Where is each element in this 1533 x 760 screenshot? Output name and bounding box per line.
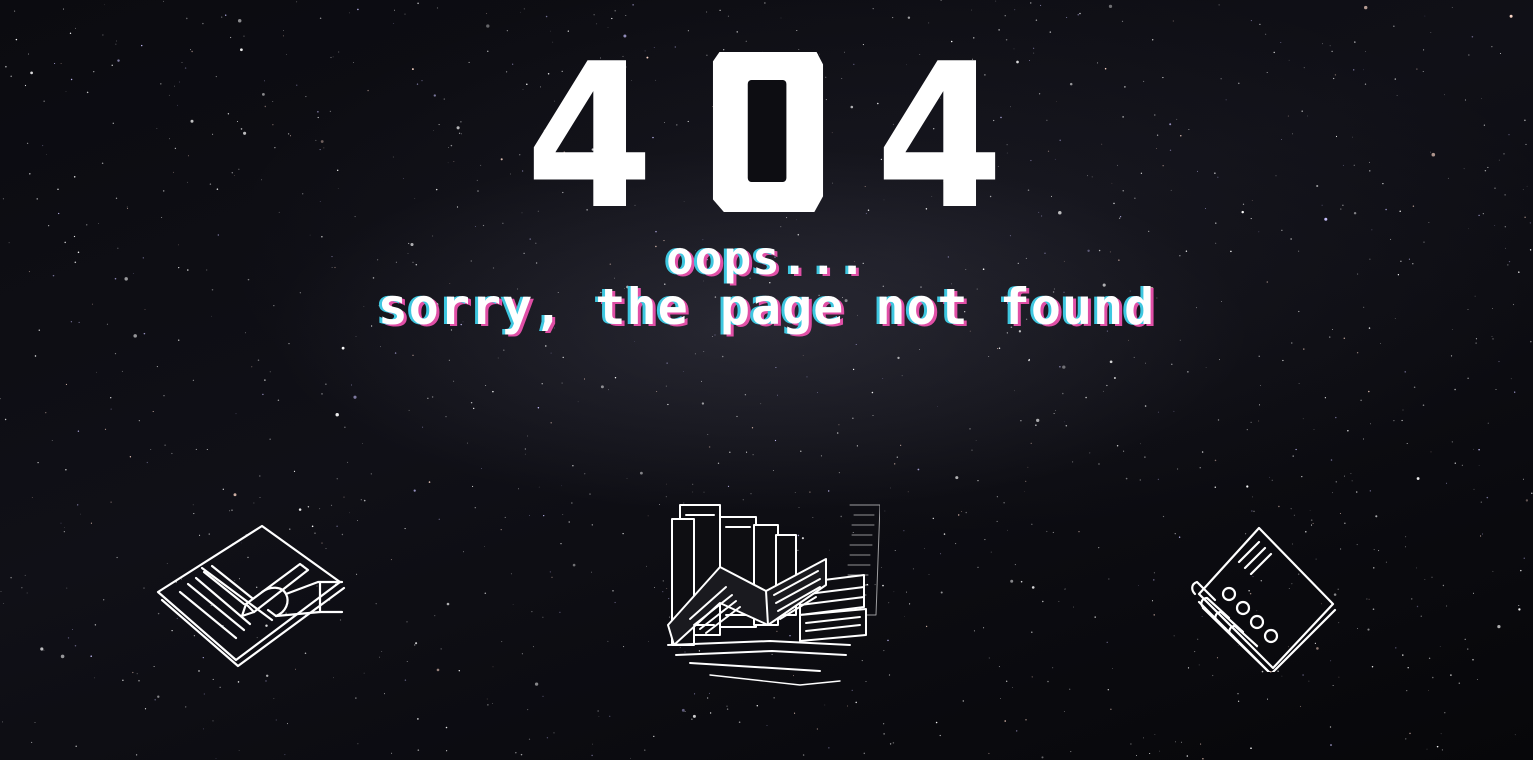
error-digit-zero: 0 (712, 52, 824, 212)
writing-hand-notebook-icon (156, 524, 346, 668)
books-stack-icon (667, 504, 880, 686)
oops-text: oops... (666, 231, 867, 285)
error-code: 4 0 4 (0, 38, 1533, 238)
error-digit-first: 4 (525, 21, 654, 254)
spiral-notepad-icon (1191, 526, 1337, 672)
error-page: 4 0 4 oops... sorry, the page not found (0, 0, 1533, 760)
error-digit-zero-text: 0 (713, 52, 823, 212)
not-found-message: sorry, the page not found (377, 278, 1156, 336)
error-digit-last: 4 (875, 21, 1004, 254)
